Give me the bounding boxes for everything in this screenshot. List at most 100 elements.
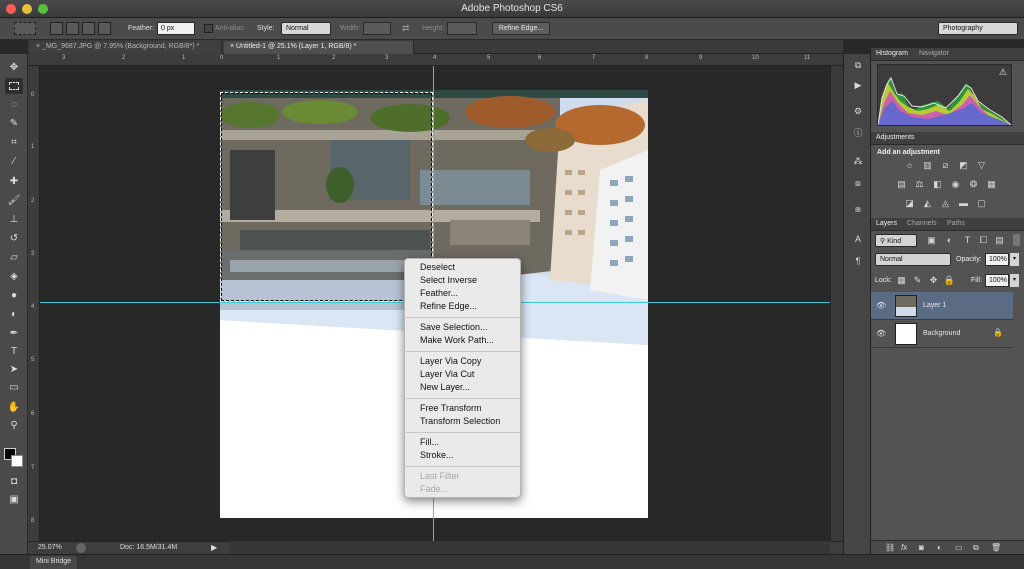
tab-navigator[interactable]: Navigator: [919, 50, 949, 57]
add-to-selection-icon[interactable]: [66, 22, 79, 35]
height-input[interactable]: [447, 22, 477, 35]
paint-bucket-tool-icon[interactable]: ◈: [5, 269, 23, 285]
brush-tool-icon[interactable]: 🖌: [5, 193, 23, 209]
workspace-dropdown[interactable]: Photography: [938, 22, 1018, 35]
intersect-selection-icon[interactable]: [98, 22, 111, 35]
clone-source-panel-icon[interactable]: ⧈: [850, 178, 866, 192]
lasso-tool-icon[interactable]: ◌: [5, 97, 23, 113]
quick-mask-icon[interactable]: ◘: [5, 474, 23, 490]
lock-all-icon[interactable]: 🔒: [943, 275, 956, 286]
visibility-eye-icon[interactable]: 👁: [876, 301, 886, 310]
screen-mode-icon[interactable]: ▣: [5, 492, 23, 508]
threshold-icon[interactable]: ◬: [939, 198, 952, 209]
menu-item-stroke[interactable]: Stroke...: [420, 450, 454, 460]
path-selection-tool-icon[interactable]: ➤: [5, 362, 23, 378]
tab-histogram[interactable]: Histogram: [876, 50, 908, 57]
tab-channels[interactable]: Channels: [907, 220, 937, 227]
color-lookup-icon[interactable]: ▦: [985, 179, 998, 190]
blur-tool-icon[interactable]: ●: [5, 288, 23, 304]
swap-width-height-icon[interactable]: ⇄: [402, 23, 410, 34]
vibrance-icon[interactable]: ▽: [975, 160, 988, 171]
menu-item-select-inverse[interactable]: Select Inverse: [420, 275, 477, 285]
levels-icon[interactable]: ▥: [921, 160, 934, 171]
clone-stamp-tool-icon[interactable]: ⊥: [5, 212, 23, 228]
visibility-eye-icon[interactable]: 👁: [876, 329, 886, 338]
lock-position-icon[interactable]: ✥: [927, 275, 940, 286]
menu-item-new-layer[interactable]: New Layer...: [420, 382, 470, 392]
pen-tool-icon[interactable]: ✒: [5, 326, 23, 342]
new-layer-icon[interactable]: ⧉: [973, 543, 979, 553]
menu-item-refine-edge[interactable]: Refine Edge...: [420, 301, 477, 311]
posterize-icon[interactable]: ◭: [921, 198, 934, 209]
eraser-tool-icon[interactable]: ▱: [5, 250, 23, 266]
menu-item-transform-selection[interactable]: Transform Selection: [420, 416, 500, 426]
brush-presets-panel-icon[interactable]: ⁂: [850, 156, 866, 170]
subtract-from-selection-icon[interactable]: [82, 22, 95, 35]
rectangle-tool-icon[interactable]: ▭: [5, 380, 23, 396]
width-input[interactable]: [363, 22, 391, 35]
antialias-checkbox[interactable]: [204, 24, 213, 33]
mini-bridge-tab[interactable]: Mini Bridge: [30, 556, 78, 569]
color-balance-icon[interactable]: ⚖: [913, 179, 926, 190]
filter-shape-icon[interactable]: ⧠: [977, 235, 990, 246]
lock-image-pixels-icon[interactable]: ✎: [911, 275, 924, 286]
curves-icon[interactable]: ⧄: [939, 160, 952, 171]
blend-mode-dropdown[interactable]: Normal: [875, 253, 951, 266]
delete-layer-icon[interactable]: 🗑: [991, 543, 1001, 552]
photo-filter-icon[interactable]: ◉: [949, 179, 962, 190]
status-info-icon[interactable]: [76, 543, 86, 553]
move-tool-icon[interactable]: ✥: [5, 60, 23, 76]
layer-filter-dropdown[interactable]: ⚲ Kind: [875, 234, 917, 247]
layer-row-layer-1[interactable]: 👁 Layer 1: [871, 292, 1013, 320]
feather-input[interactable]: 0 px: [157, 22, 195, 35]
status-menu-arrow-icon[interactable]: ▶: [211, 543, 217, 552]
menu-item-feather[interactable]: Feather...: [420, 288, 458, 298]
invert-icon[interactable]: ◪: [903, 198, 916, 209]
filter-pixel-icon[interactable]: ▣: [925, 235, 938, 246]
link-layers-icon[interactable]: ⛓: [885, 543, 895, 552]
menu-item-deselect[interactable]: Deselect: [420, 262, 455, 272]
channel-mixer-icon[interactable]: ❂: [967, 179, 980, 190]
layer-name[interactable]: Layer 1: [923, 302, 946, 309]
zoom-tool-icon[interactable]: ⚲: [5, 418, 23, 434]
new-adjustment-layer-icon[interactable]: ◐: [937, 543, 942, 552]
rectangular-marquee-tool-icon[interactable]: [5, 78, 23, 94]
type-tool-icon[interactable]: T: [5, 344, 23, 360]
history-panel-icon[interactable]: ⧉: [850, 60, 866, 74]
filter-smart-object-icon[interactable]: ▤: [993, 235, 1006, 246]
menu-item-save-selection[interactable]: Save Selection...: [420, 322, 488, 332]
layer-name[interactable]: Background: [923, 330, 960, 337]
menu-item-make-work-path[interactable]: Make Work Path...: [420, 335, 494, 345]
histogram-warning-icon[interactable]: ⚠: [999, 67, 1007, 78]
new-group-icon[interactable]: ▭: [955, 543, 963, 552]
exposure-icon[interactable]: ◩: [957, 160, 970, 171]
opacity-input[interactable]: 100%: [985, 253, 1009, 266]
filter-type-icon[interactable]: T: [961, 235, 974, 246]
menu-item-fill[interactable]: Fill...: [420, 437, 439, 447]
tab-adjustments[interactable]: Adjustments: [876, 134, 915, 141]
gradient-map-icon[interactable]: ▬: [957, 198, 970, 209]
lock-transparent-pixels-icon[interactable]: ▦: [895, 275, 908, 286]
horizontal-scrollbar[interactable]: [230, 541, 830, 554]
tool-presets-panel-icon[interactable]: ⧆: [850, 204, 866, 218]
black-white-icon[interactable]: ◧: [931, 179, 944, 190]
tab-paths[interactable]: Paths: [947, 220, 965, 227]
menu-item-free-transform[interactable]: Free Transform: [420, 403, 482, 413]
fill-input[interactable]: 100%: [985, 274, 1009, 287]
filter-adjustment-icon[interactable]: ◐: [943, 235, 956, 246]
hue-saturation-icon[interactable]: ▤: [895, 179, 908, 190]
new-selection-icon[interactable]: [50, 22, 63, 35]
add-mask-icon[interactable]: ◙: [919, 543, 924, 552]
tab-layers[interactable]: Layers: [876, 220, 897, 227]
paragraph-panel-icon[interactable]: ¶: [850, 256, 866, 270]
vertical-scrollbar[interactable]: [830, 66, 843, 541]
selective-color-icon[interactable]: ▢: [975, 198, 988, 209]
brightness-contrast-icon[interactable]: ☼: [903, 160, 916, 171]
layer-row-background[interactable]: 👁 Background 🔒: [871, 320, 1013, 348]
layer-style-icon[interactable]: fx: [901, 543, 907, 552]
style-dropdown[interactable]: Normal: [281, 22, 331, 35]
tab-untitled-1[interactable]: × Untitled-1 @ 25.1% (Layer 1, RGB/8) *: [224, 41, 414, 54]
refine-edge-button[interactable]: Refine Edge...: [492, 22, 550, 35]
menu-item-layer-via-cut[interactable]: Layer Via Cut: [420, 369, 474, 379]
healing-brush-tool-icon[interactable]: ✚: [5, 174, 23, 190]
